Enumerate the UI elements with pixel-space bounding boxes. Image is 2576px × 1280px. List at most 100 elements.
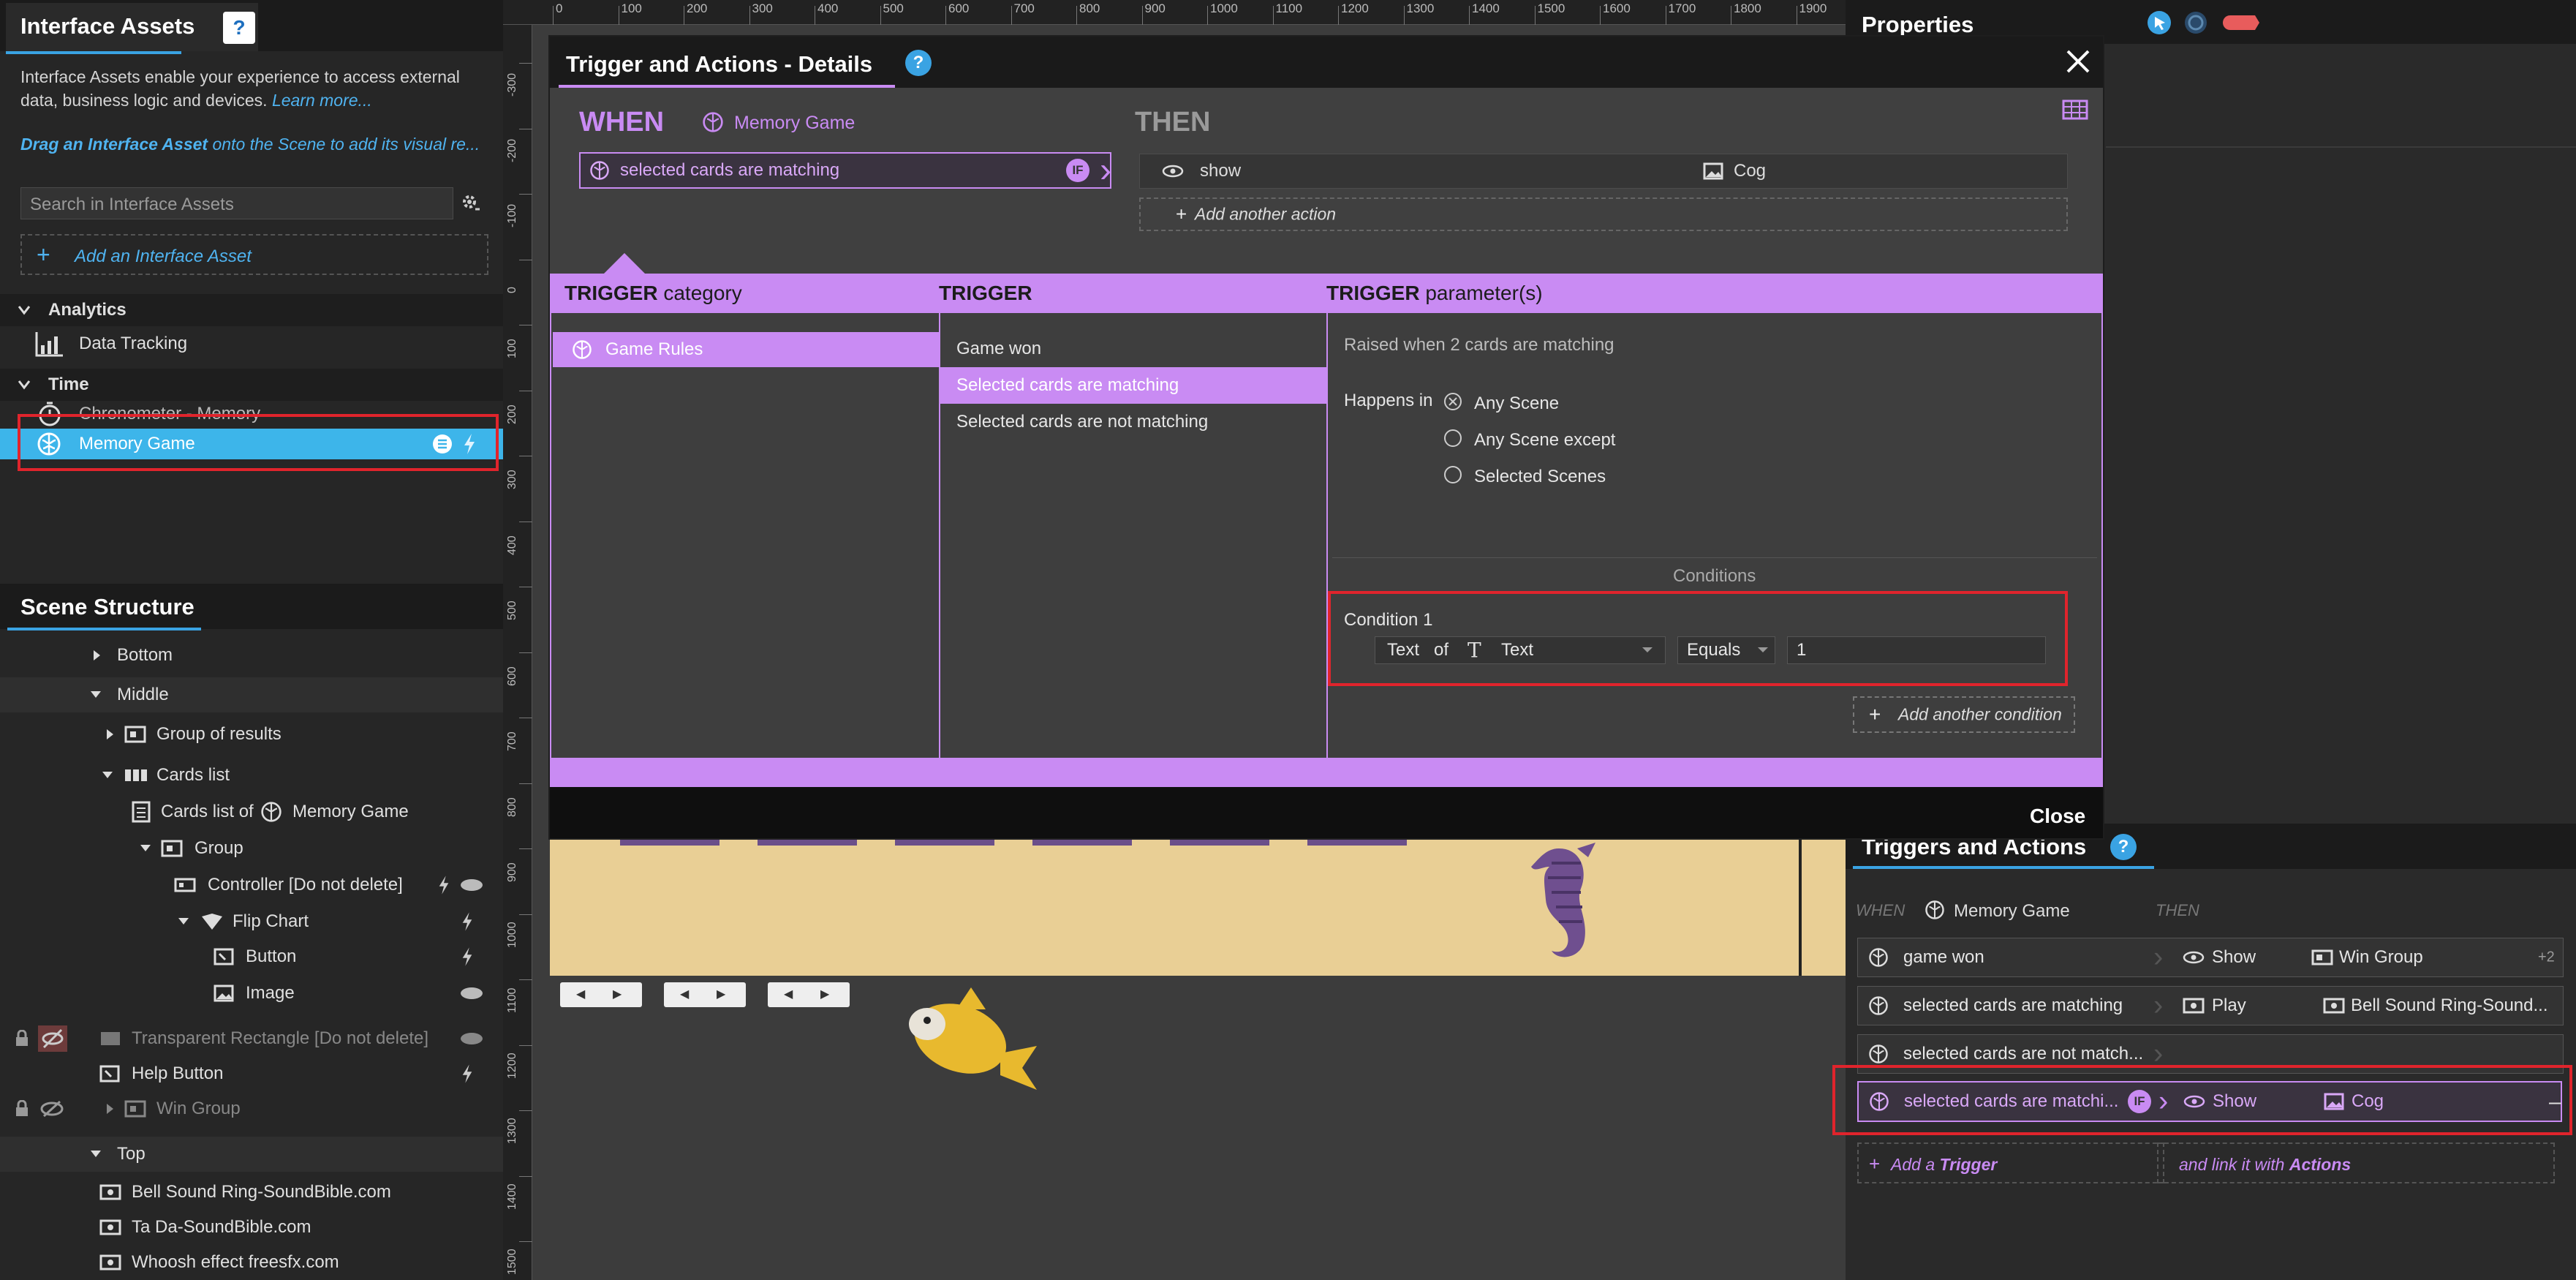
lock-icon[interactable]: [15, 1030, 29, 1047]
next-icon[interactable]: ▶: [717, 987, 725, 1001]
tree-item-whoosh[interactable]: Whoosh effect freesfx.com: [0, 1245, 503, 1280]
tree-label: Cards list: [156, 765, 230, 785]
ruler-tick-label: 0: [506, 286, 518, 293]
asset-data-tracking[interactable]: Data Tracking: [0, 326, 503, 361]
help-icon[interactable]: ?: [905, 50, 932, 76]
columns-area: Game Rules Game won Selected cards are m…: [550, 313, 2103, 758]
tree-item-group[interactable]: Group: [0, 831, 503, 866]
lightning-icon[interactable]: [461, 911, 474, 932]
add-condition-button[interactable]: + Add another condition: [1853, 696, 2075, 733]
tree-item-image[interactable]: Image: [0, 976, 503, 1011]
next-icon[interactable]: ▶: [613, 987, 622, 1001]
interface-assets-tab[interactable]: Interface Assets ?: [6, 3, 258, 51]
action-row[interactable]: show Cog: [1139, 154, 2068, 189]
visibility-icon[interactable]: [459, 1031, 484, 1046]
tree-item-top[interactable]: Top: [0, 1137, 503, 1172]
cards-icon: [124, 768, 148, 783]
ruler-tick-label: 300: [506, 470, 518, 489]
radio-any-scene[interactable]: [1443, 392, 1462, 411]
tree-label: Transparent Rectangle [Do not delete]: [132, 1028, 429, 1048]
search-input[interactable]: Search in Interface Assets: [20, 187, 453, 219]
trigger-item-selected-cards-not-matching[interactable]: Selected cards are not matching: [940, 404, 1326, 440]
add-action-button[interactable]: + Add another action: [1139, 197, 2068, 231]
then-label: THEN: [1135, 107, 1211, 138]
visibility-icon[interactable]: [459, 878, 484, 892]
lightning-icon[interactable]: [437, 875, 450, 895]
if-badge[interactable]: IF: [1066, 159, 1089, 182]
group-analytics[interactable]: Analytics: [0, 294, 503, 326]
search-settings-icon[interactable]: [459, 192, 483, 215]
tree-item-flip-chart[interactable]: Flip Chart: [0, 904, 503, 939]
tree-item-ta-da[interactable]: Ta Da-SoundBible.com: [0, 1210, 503, 1245]
lock-icon[interactable]: [15, 1100, 29, 1118]
prev-icon[interactable]: ◀: [680, 987, 689, 1001]
link-actions-button[interactable]: and link it with Actions: [2157, 1142, 2555, 1183]
trigger-item-game-won[interactable]: Game won: [940, 331, 1326, 367]
add-trigger-button[interactable]: + Add a Trigger: [1857, 1142, 2164, 1183]
tree-item-help-button[interactable]: Help Button: [0, 1056, 503, 1091]
tree-label: Group: [194, 838, 243, 858]
tree-item-bottom[interactable]: Bottom: [0, 638, 503, 673]
table-icon[interactable]: [2062, 99, 2088, 120]
hidden-icon[interactable]: [39, 1100, 64, 1118]
radio-any-scene-except[interactable]: [1443, 429, 1462, 448]
brain-icon: [589, 160, 610, 181]
lightning-icon[interactable]: [461, 1063, 474, 1084]
lightning-icon[interactable]: [461, 946, 474, 967]
nav-buttons[interactable]: ◀ ▶: [664, 982, 746, 1007]
close-icon[interactable]: [2063, 47, 2093, 76]
brain-icon: [1868, 995, 1889, 1016]
ruler-tick-label: 100: [506, 339, 518, 358]
trigger-item-selected-cards-matching[interactable]: Selected cards are matching: [940, 367, 1326, 404]
nav-buttons[interactable]: ◀ ▶: [560, 982, 642, 1007]
ruler-tick-label: 1500: [1537, 1, 1565, 15]
ruler-tick-label: 0: [556, 1, 563, 15]
tree-item-button[interactable]: Button: [0, 939, 503, 974]
brain-icon: [702, 111, 724, 133]
tree-item-cards-list-of[interactable]: Cards list of Memory Game: [0, 794, 503, 829]
close-button[interactable]: Close: [2030, 805, 2085, 828]
fish-image[interactable]: [898, 980, 1044, 1097]
visibility-icon[interactable]: [459, 986, 484, 1001]
category-item-game-rules[interactable]: Game Rules: [553, 332, 939, 367]
sound-icon: [99, 1219, 121, 1235]
tree-item-cards-list[interactable]: Cards list: [0, 758, 503, 793]
ruler-tick-label: 1200: [1341, 1, 1369, 15]
hidden-icon[interactable]: [38, 1025, 67, 1052]
seahorse-image[interactable]: [1508, 841, 1617, 973]
properties-title: Properties: [1862, 12, 1974, 37]
group-time[interactable]: Time: [0, 369, 503, 401]
globe-icon[interactable]: [2183, 10, 2208, 35]
tree-item-controller[interactable]: Controller [Do not delete]: [0, 867, 503, 903]
help-icon[interactable]: ?: [2110, 834, 2137, 860]
then-label: THEN: [2156, 901, 2199, 919]
nav-buttons[interactable]: ◀ ▶: [768, 982, 850, 1007]
chevron-down-icon: [18, 305, 31, 315]
divider: [2106, 146, 2576, 148]
ruler-tick: [1534, 6, 1536, 25]
tree-item-bell-sound[interactable]: Bell Sound Ring-SoundBible.com: [0, 1175, 503, 1210]
chevron-down-icon: [101, 770, 114, 780]
prev-icon[interactable]: ◀: [784, 987, 793, 1001]
tree-item-group-of-results[interactable]: Group of results: [0, 717, 503, 752]
trigger-row[interactable]: selected cards are matching › Play Bell …: [1857, 986, 2564, 1025]
tree-item-middle[interactable]: Middle: [0, 677, 503, 712]
add-trigger-prefix: Add a: [1891, 1155, 1935, 1174]
add-interface-asset-button[interactable]: + Add an Interface Asset: [20, 234, 488, 275]
radio-selected-scenes[interactable]: [1443, 465, 1462, 484]
prev-icon[interactable]: ◀: [576, 987, 585, 1001]
ruler-tick-label: 400: [506, 535, 518, 555]
trigger-field[interactable]: selected cards are matching IF ›: [579, 151, 1111, 190]
rectangle-icon: [99, 1031, 121, 1047]
tree-item-transparent-rectangle[interactable]: Transparent Rectangle [Do not delete]: [0, 1021, 503, 1056]
eraser-icon[interactable]: [2218, 12, 2261, 34]
learn-more-link[interactable]: Learn more...: [272, 91, 372, 110]
help-icon[interactable]: ?: [223, 12, 255, 44]
cursor-icon[interactable]: [2147, 10, 2172, 35]
trigger-row[interactable]: game won › Show Win Group +2: [1857, 938, 2564, 977]
ruler-tick-label: 200: [506, 404, 518, 424]
chevron-right-icon: ›: [2153, 941, 2164, 974]
tree-item-win-group[interactable]: Win Group: [0, 1091, 503, 1126]
next-icon[interactable]: ▶: [820, 987, 829, 1001]
ruler-tick-label: 200: [687, 1, 708, 15]
